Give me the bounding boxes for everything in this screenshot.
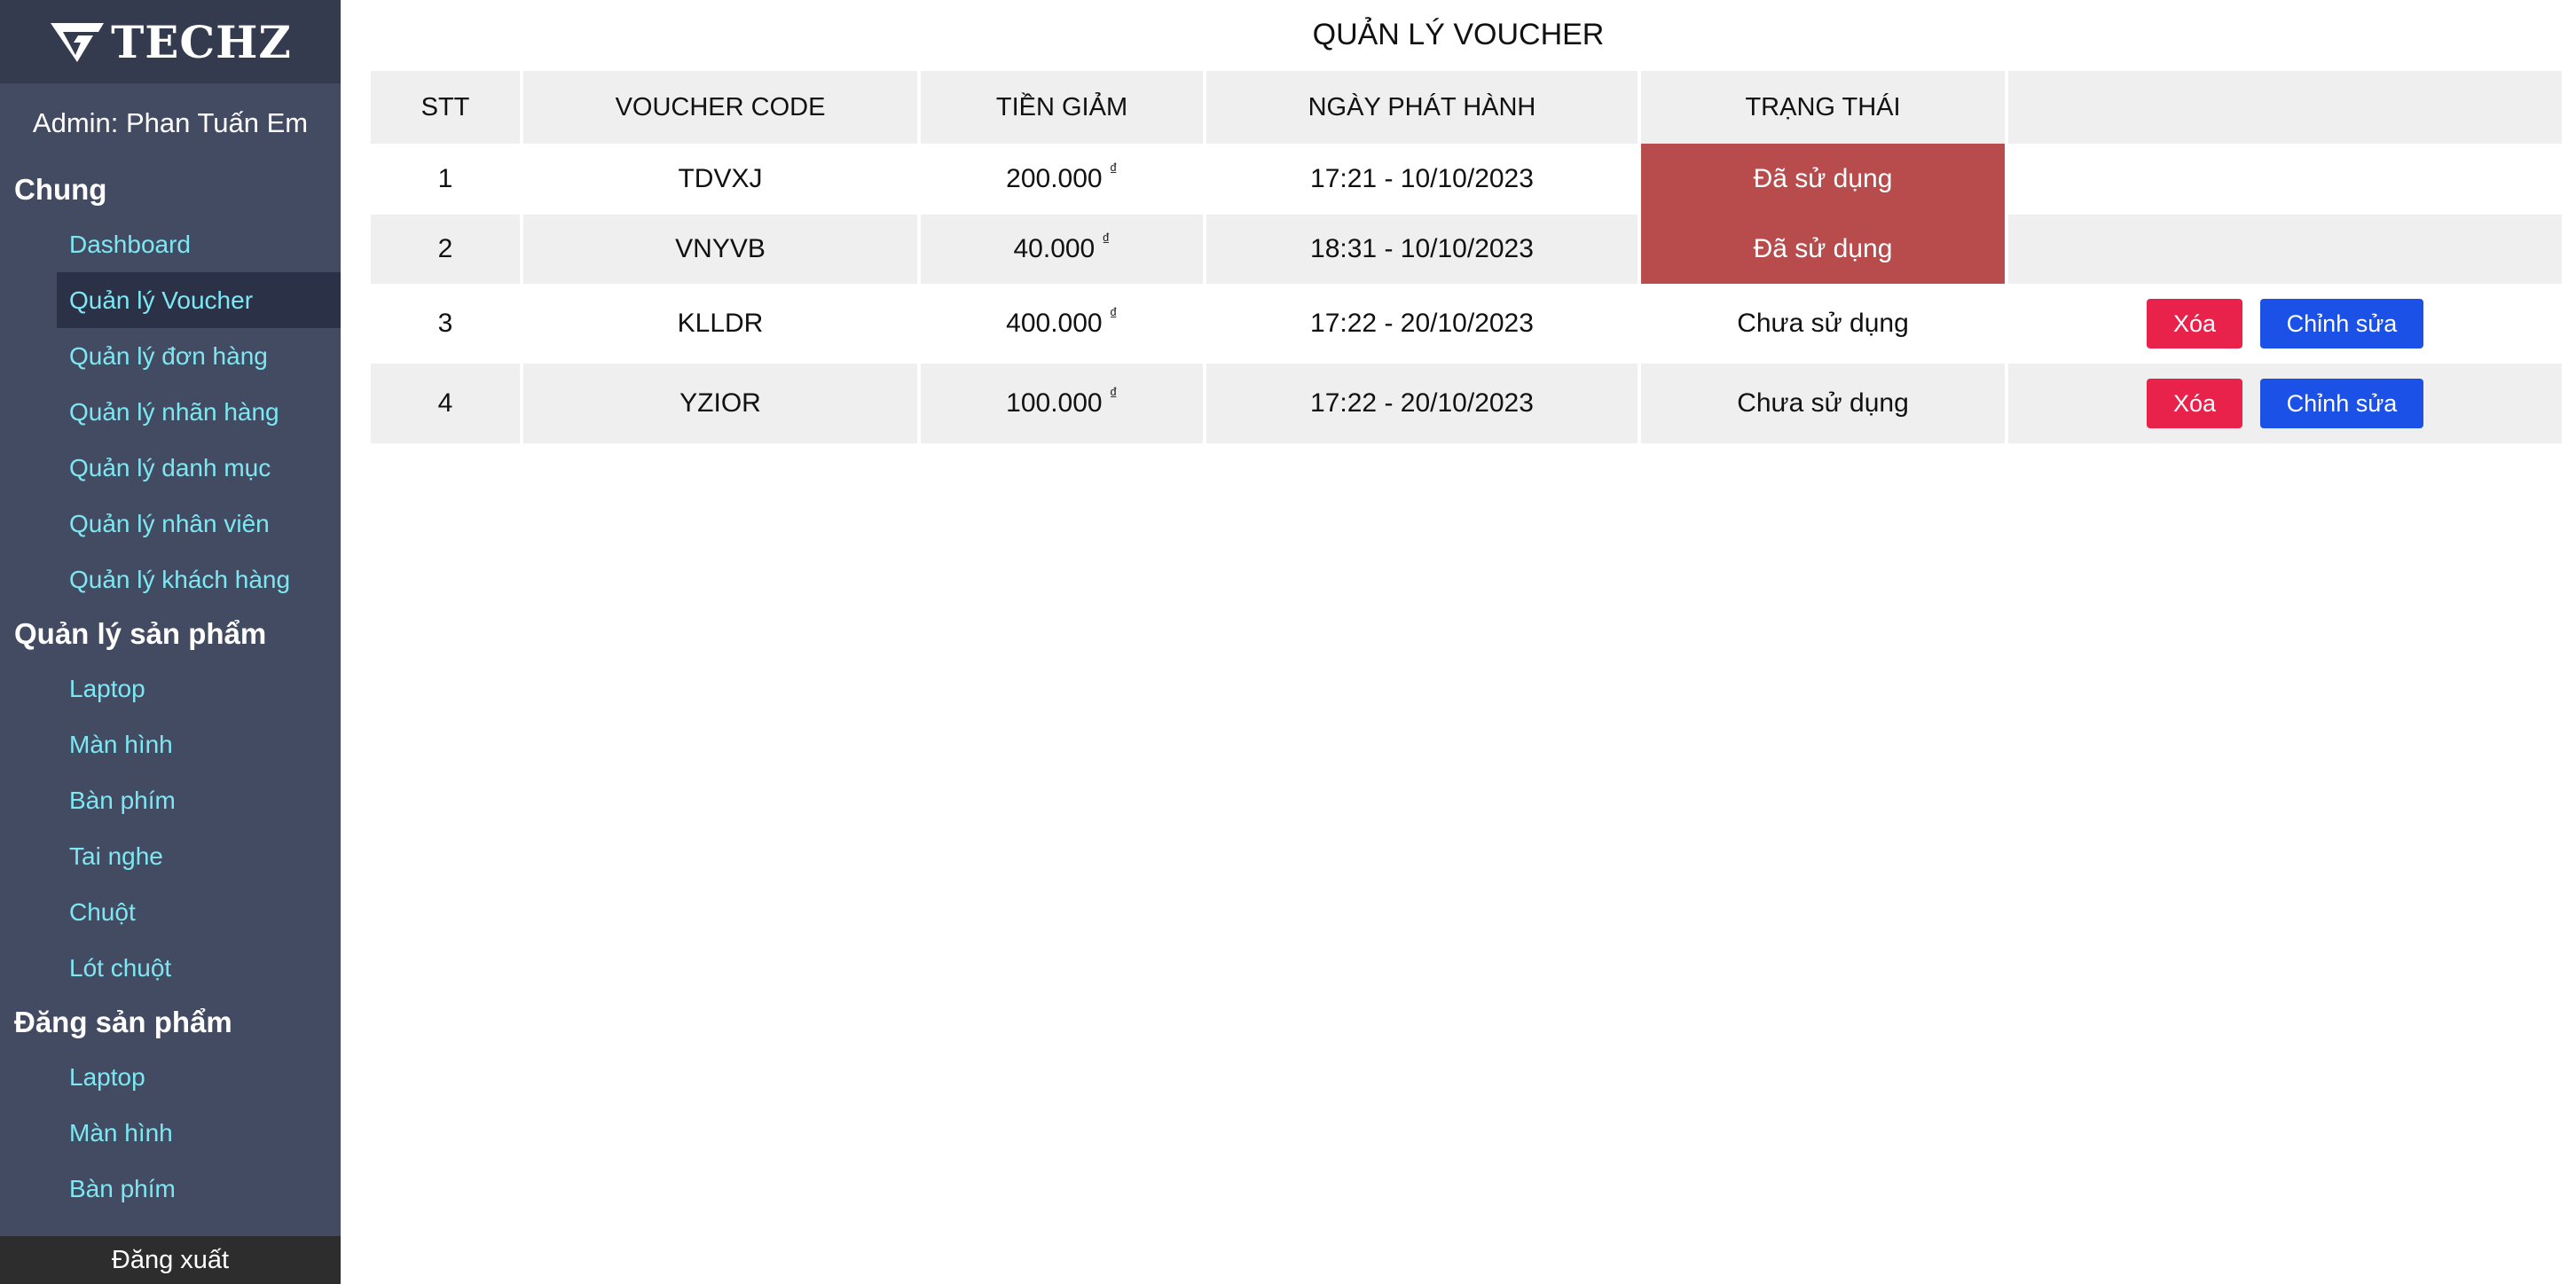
nav-item-orders[interactable]: Quản lý đơn hàng	[57, 328, 341, 384]
cell-date: 17:21 - 10/10/2023	[1205, 144, 1641, 215]
currency-symbol: ₫	[1109, 385, 1118, 403]
nav-item-product-mouse[interactable]: Chuột	[57, 884, 341, 940]
nav-item-product-monitor[interactable]: Màn hình	[57, 716, 341, 772]
table-row: 4 YZIOR 100.000 ₫ 17:22 - 20/10/2023 Chưa…	[371, 364, 2562, 443]
cell-code: YZIOR	[522, 364, 921, 443]
amount-value: 100.000	[1006, 388, 1103, 418]
header-actions	[2007, 71, 2562, 144]
table-row: 1 TDVXJ 200.000 ₫ 17:21 - 10/10/2023 Đã s…	[371, 144, 2562, 215]
section-title-products: Quản lý sản phẩm	[14, 617, 267, 650]
cell-stt: 2	[371, 215, 523, 284]
cell-stt: 4	[371, 364, 523, 443]
status-badge-used: Đã sử dụng	[1639, 215, 2008, 284]
nav-item-product-headphone[interactable]: Tai nghe	[57, 828, 341, 884]
nav-item-product-mousepad[interactable]: Lót chuột	[57, 940, 341, 996]
table-header-row: STT VOUCHER CODE TIỀN GIẢM NGÀY PHÁT HÀN…	[371, 71, 2562, 144]
cell-stt: 1	[371, 144, 523, 215]
amount-value: 200.000	[1006, 164, 1103, 193]
cell-date: 17:22 - 20/10/2023	[1205, 284, 1641, 364]
cell-amount: 100.000 ₫	[919, 364, 1206, 443]
section-title-post-products: Đăng sản phẩm	[14, 1006, 232, 1038]
nav-item-product-keyboard[interactable]: Bàn phím	[57, 772, 341, 828]
cell-date: 17:22 - 20/10/2023	[1205, 364, 1641, 443]
sidebar: TECHZ Admin: Phan Tuấn Em Chung Dashboar…	[0, 0, 341, 1284]
nav-item-post-keyboard[interactable]: Bàn phím	[57, 1161, 341, 1217]
nav-item-staff[interactable]: Quản lý nhân viên	[57, 496, 341, 552]
status-text-unused: Chưa sử dụng	[1639, 284, 2008, 364]
nav-section-products: Quản lý sản phẩm Laptop Màn hình Bàn phí…	[0, 607, 341, 996]
cell-actions	[2007, 144, 2562, 215]
logo-mark-icon	[51, 23, 105, 62]
nav-item-post-monitor[interactable]: Màn hình	[57, 1105, 341, 1161]
row-actions: Xóa Chỉnh sửa	[2008, 299, 2562, 348]
admin-name: Admin: Phan Tuấn Em	[32, 107, 309, 138]
delete-button[interactable]: Xóa	[2147, 379, 2242, 428]
currency-symbol: ₫	[1109, 305, 1118, 323]
nav-section-post-products: Đăng sản phẩm Laptop Màn hình Bàn phím	[0, 996, 341, 1217]
header-status: TRẠNG THÁI	[1639, 71, 2008, 144]
header-discount: TIỀN GIẢM	[919, 71, 1206, 144]
currency-symbol: ₫	[1102, 231, 1111, 248]
header-stt: STT	[371, 71, 523, 144]
brand-logo[interactable]: TECHZ	[49, 16, 292, 68]
logo-text: TECHZ	[111, 15, 292, 68]
table-row: 2 VNYVB 40.000 ₫ 18:31 - 10/10/2023 Đã sử…	[371, 215, 2562, 284]
cell-actions	[2007, 215, 2562, 284]
currency-symbol: ₫	[1109, 160, 1118, 178]
edit-button[interactable]: Chỉnh sửa	[2260, 379, 2423, 428]
amount-value: 40.000	[1013, 234, 1096, 263]
table-row: 3 KLLDR 400.000 ₫ 17:22 - 20/10/2023 Chưa…	[371, 284, 2562, 364]
nav-item-dashboard[interactable]: Dashboard	[57, 216, 341, 272]
logo-bar: TECHZ	[0, 0, 341, 83]
nav-item-brands[interactable]: Quản lý nhãn hàng	[57, 384, 341, 440]
page-title: QUẢN LÝ VOUCHER	[1312, 18, 1605, 51]
nav-item-categories[interactable]: Quản lý danh mục	[57, 440, 341, 496]
cell-stt: 3	[371, 284, 523, 364]
status-badge-used: Đã sử dụng	[1639, 144, 2008, 215]
cell-actions: Xóa Chỉnh sửa	[2007, 284, 2562, 364]
header-voucher-code: VOUCHER CODE	[522, 71, 921, 144]
delete-button[interactable]: Xóa	[2147, 299, 2242, 348]
nav-section-general: Chung Dashboard Quản lý Voucher Quản lý …	[0, 163, 341, 607]
cell-amount: 200.000 ₫	[919, 144, 1206, 215]
row-actions: Xóa Chỉnh sửa	[2008, 379, 2562, 428]
section-title-general: Chung	[14, 173, 107, 206]
nav-item-product-laptop[interactable]: Laptop	[57, 661, 341, 716]
amount-value: 400.000	[1006, 309, 1103, 338]
cell-actions: Xóa Chỉnh sửa	[2007, 364, 2562, 443]
logout-button[interactable]: Đăng xuất	[0, 1236, 341, 1284]
nav-item-customers[interactable]: Quản lý khách hàng	[57, 552, 341, 607]
nav-item-post-laptop[interactable]: Laptop	[57, 1049, 341, 1105]
edit-button[interactable]: Chỉnh sửa	[2260, 299, 2423, 348]
cell-code: TDVXJ	[522, 144, 921, 215]
voucher-table: STT VOUCHER CODE TIỀN GIẢM NGÀY PHÁT HÀN…	[371, 71, 2562, 443]
cell-code: VNYVB	[522, 215, 921, 284]
cell-amount: 400.000 ₫	[919, 284, 1206, 364]
cell-date: 18:31 - 10/10/2023	[1205, 215, 1641, 284]
nav-item-voucher[interactable]: Quản lý Voucher	[57, 272, 341, 328]
cell-code: KLLDR	[522, 284, 921, 364]
header-issue-date: NGÀY PHÁT HÀNH	[1205, 71, 1641, 144]
status-text-unused: Chưa sử dụng	[1639, 364, 2008, 443]
cell-amount: 40.000 ₫	[919, 215, 1206, 284]
